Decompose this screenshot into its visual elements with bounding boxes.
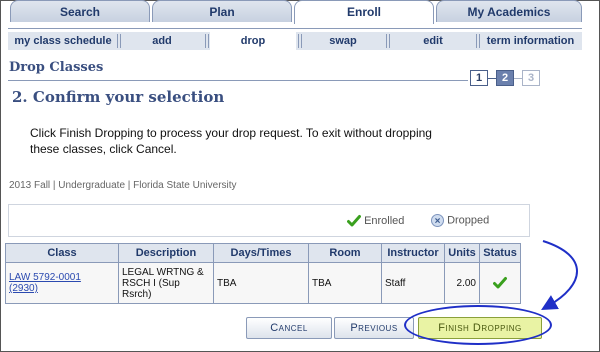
room-cell: TBA: [308, 262, 382, 304]
table-header-row: Class Description Days/Times Room Instru…: [5, 243, 521, 263]
col-room: Room: [308, 243, 382, 263]
instructions-text: Click Finish Dropping to process your dr…: [30, 126, 432, 156]
subnav-separator: [117, 34, 118, 48]
class-number[interactable]: (2930): [9, 283, 38, 294]
tab-divider: [8, 28, 582, 29]
instructor-cell: Staff: [381, 262, 445, 304]
subnav-separator: [120, 34, 121, 48]
subnav-separator: [386, 34, 387, 48]
previous-button[interactable]: Previous: [334, 317, 414, 339]
tab-my-academics[interactable]: My Academics: [436, 0, 582, 22]
step-connector: [488, 78, 496, 79]
col-description: Description: [118, 243, 214, 263]
blue-x-circle-icon: ×: [431, 214, 444, 227]
classes-table: Class Description Days/Times Room Instru…: [5, 243, 521, 304]
tab-enroll[interactable]: Enroll: [294, 0, 434, 24]
subnav-edit[interactable]: edit: [391, 32, 475, 50]
section-heading: 2. Confirm your selection: [12, 88, 225, 106]
col-instructor: Instructor: [381, 243, 445, 263]
col-units: Units: [444, 243, 480, 263]
col-status: Status: [479, 243, 521, 263]
green-checkmark-icon: [493, 277, 507, 289]
table-row: LAW 5792-0001 (2930) LEGAL WRTNG & RSCH I…: [5, 262, 521, 304]
term-info: 2013 Fall | Undergraduate | Florida Stat…: [9, 180, 237, 191]
col-days-times: Days/Times: [213, 243, 309, 263]
class-link[interactable]: LAW 5792-0001 (2930): [9, 272, 81, 294]
step-connector: [514, 78, 522, 79]
subnav-separator: [208, 34, 209, 48]
status-legend: Enrolled × Dropped: [8, 204, 530, 237]
subnav-separator: [389, 34, 390, 48]
page-title: Drop Classes: [9, 60, 104, 75]
green-checkmark-icon: [347, 215, 361, 227]
subnav-swap[interactable]: swap: [303, 32, 383, 50]
legend-dropped: × Dropped: [431, 214, 489, 227]
days-times-cell: TBA: [213, 262, 309, 304]
subnav-separator: [205, 34, 206, 48]
step-3: 3: [522, 70, 540, 86]
subnav-separator: [479, 34, 480, 48]
description-cell: LEGAL WRTNG & RSCH I (Sup Rsrch): [118, 262, 214, 304]
subnav-term-information[interactable]: term information: [481, 32, 580, 50]
step-1: 1: [470, 70, 488, 86]
status-cell: [479, 262, 521, 304]
class-code[interactable]: LAW 5792-0001: [9, 272, 81, 283]
title-divider: [8, 80, 468, 81]
class-cell: LAW 5792-0001 (2930): [5, 262, 119, 304]
col-class: Class: [5, 243, 119, 263]
subnav-add[interactable]: add: [122, 32, 202, 50]
legend-enrolled: Enrolled: [347, 214, 404, 228]
step-2-current: 2: [496, 70, 514, 86]
subnav-separator: [301, 34, 302, 48]
highlight-oval: [404, 305, 552, 345]
subnav-drop[interactable]: drop: [210, 32, 296, 50]
legend-enrolled-label: Enrolled: [364, 214, 405, 227]
tab-plan[interactable]: Plan: [152, 0, 292, 22]
cancel-button[interactable]: Cancel: [246, 317, 332, 339]
tab-search[interactable]: Search: [10, 0, 150, 22]
subnav-separator: [476, 34, 477, 48]
legend-dropped-label: Dropped: [447, 214, 490, 227]
subnav-my-class-schedule[interactable]: my class schedule: [10, 32, 116, 50]
subnav-separator: [298, 34, 299, 48]
units-cell: 2.00: [444, 262, 480, 304]
